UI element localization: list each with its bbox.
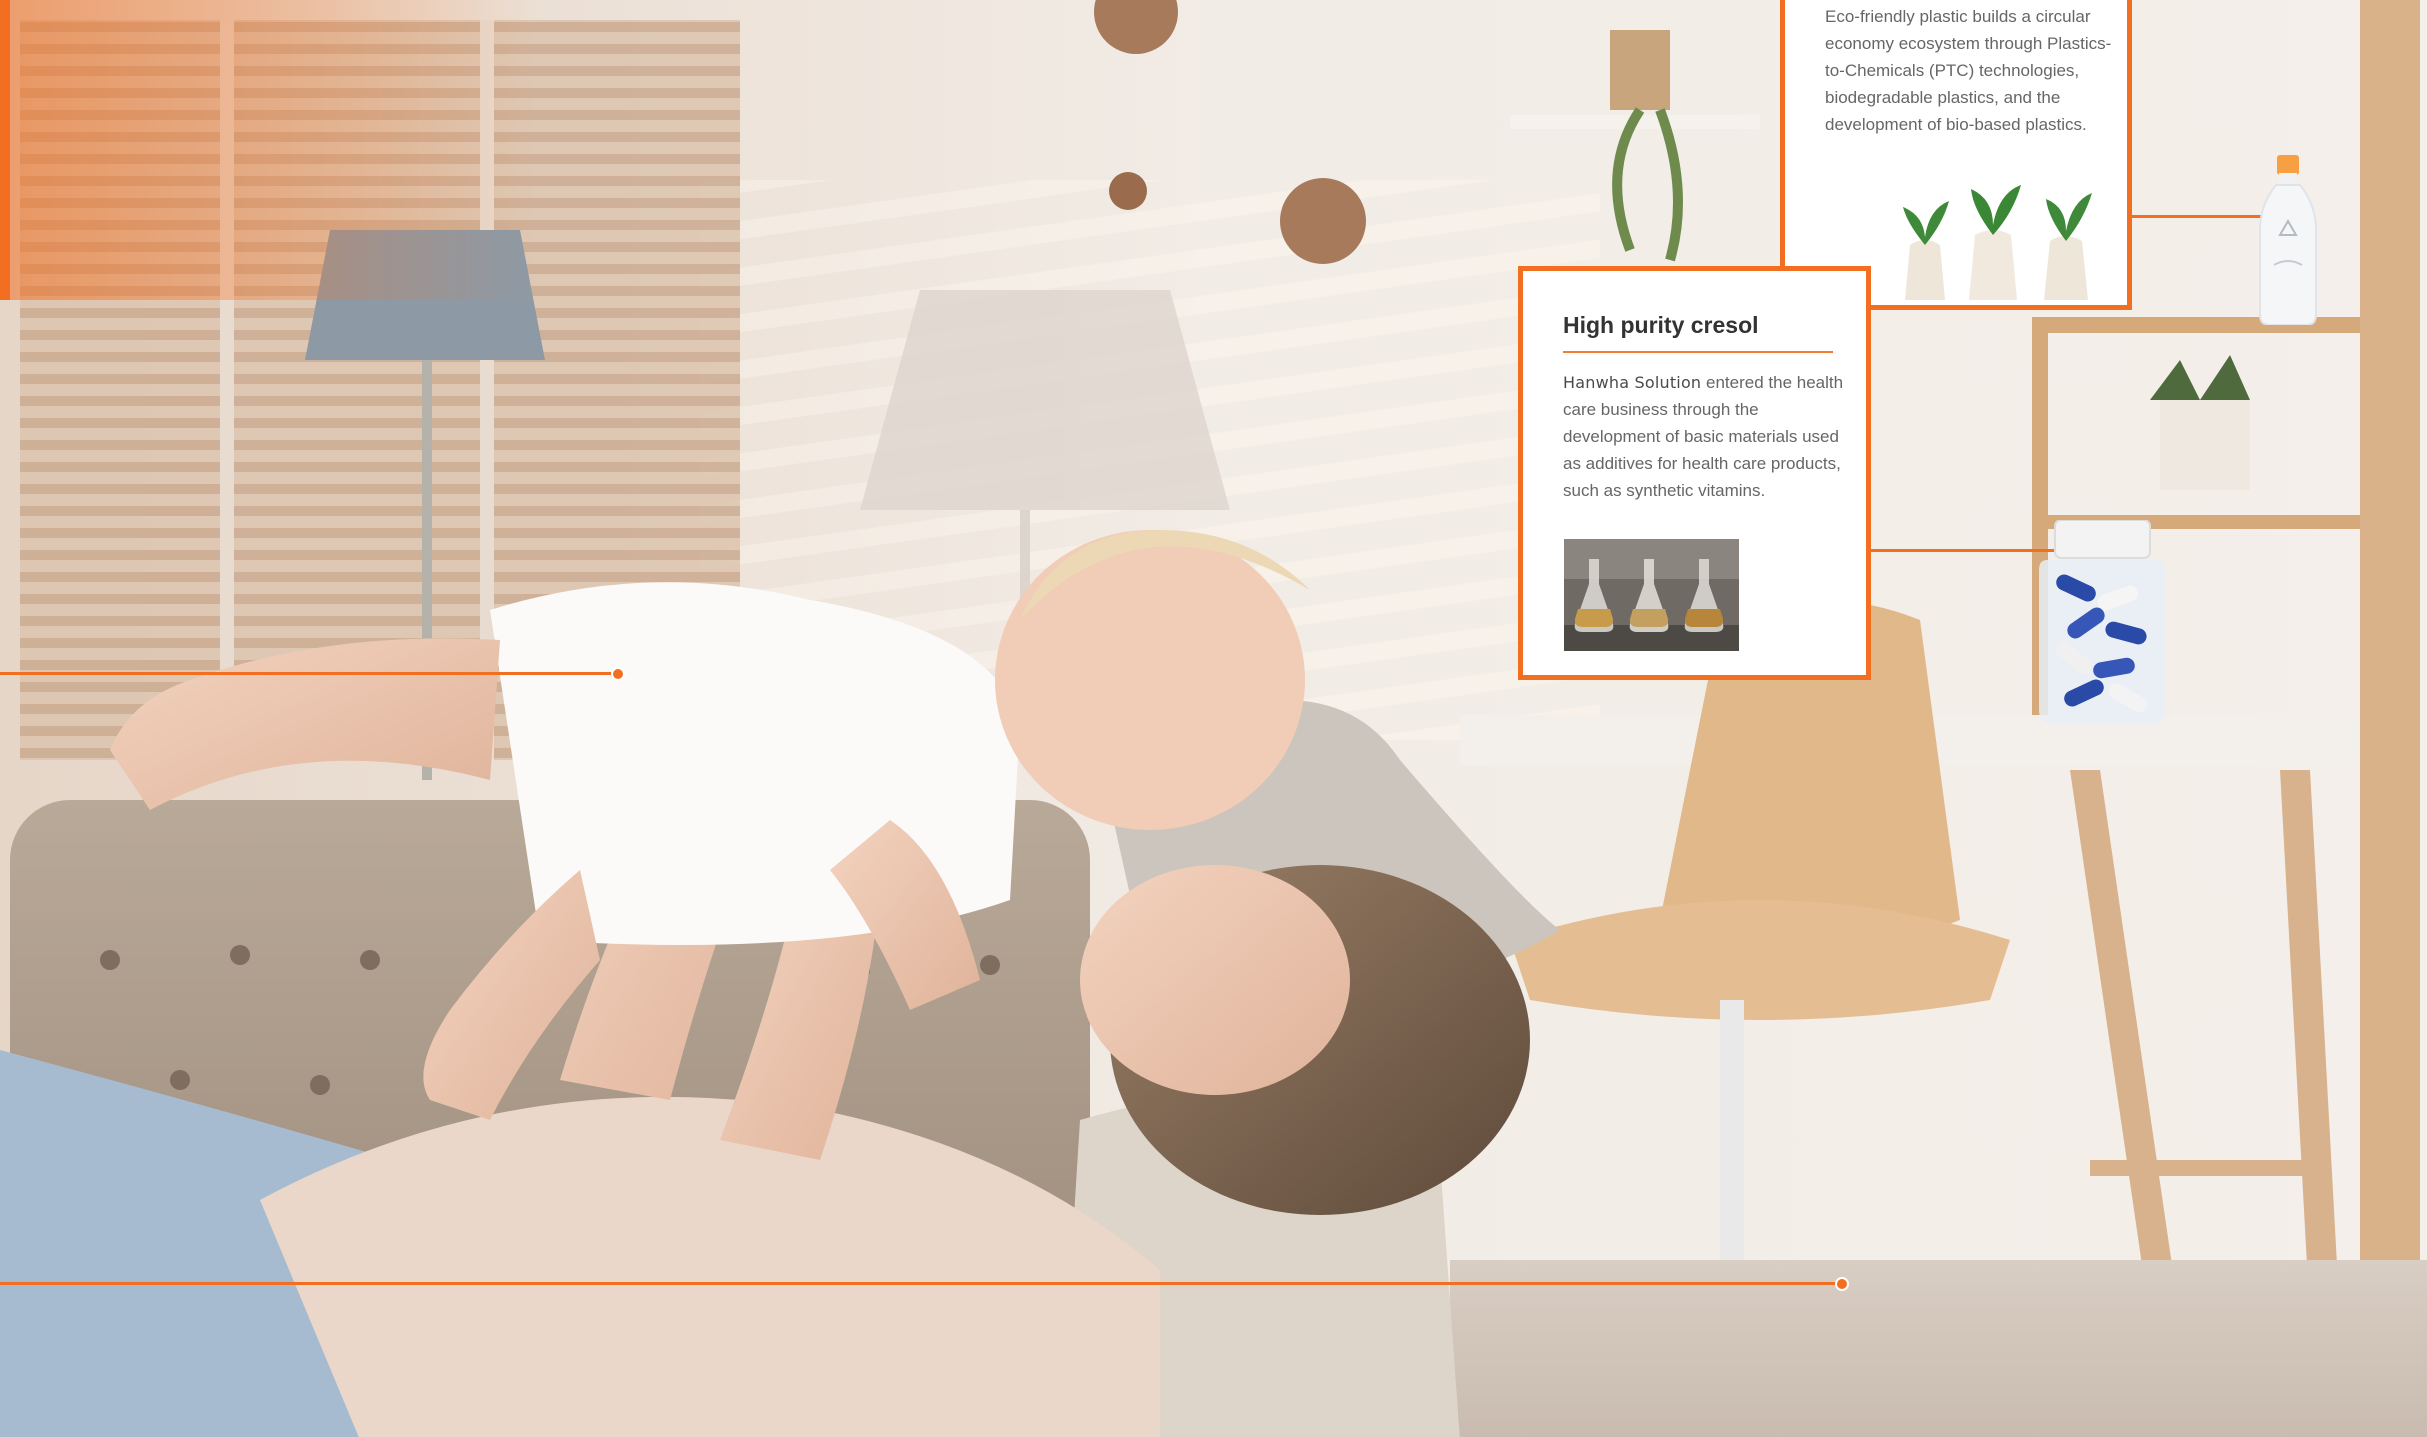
callout-dot-cushion[interactable] — [1835, 1277, 1849, 1291]
eco-plastic-card: Eco-friendly plastic builds a circular e… — [1780, 0, 2132, 310]
card-divider — [1563, 351, 1833, 353]
cresol-card: High purity cresol Hanwha Solution enter… — [1518, 266, 1871, 680]
cresol-description-text: entered the health care business through… — [1563, 373, 1844, 500]
capsule-jar-icon[interactable] — [2035, 520, 2165, 725]
eco-plastic-description: Eco-friendly plastic builds a circular e… — [1825, 7, 2112, 134]
brand-name: Hanwha Solution — [1563, 373, 1702, 392]
cresol-description: Hanwha Solution entered the health care … — [1563, 369, 1853, 504]
cresol-card-title: High purity cresol — [1563, 312, 1759, 338]
lab-flasks-image — [1564, 539, 1739, 651]
orange-accent-bar — [0, 0, 10, 300]
callout-line-baby — [0, 672, 612, 675]
plastic-bottle-icon[interactable] — [2258, 155, 2318, 325]
callout-line-cushion — [0, 1282, 1836, 1285]
callout-dot-baby[interactable] — [611, 667, 625, 681]
orange-accent-wash — [0, 0, 540, 300]
plant-bottles-image — [1895, 175, 2115, 300]
